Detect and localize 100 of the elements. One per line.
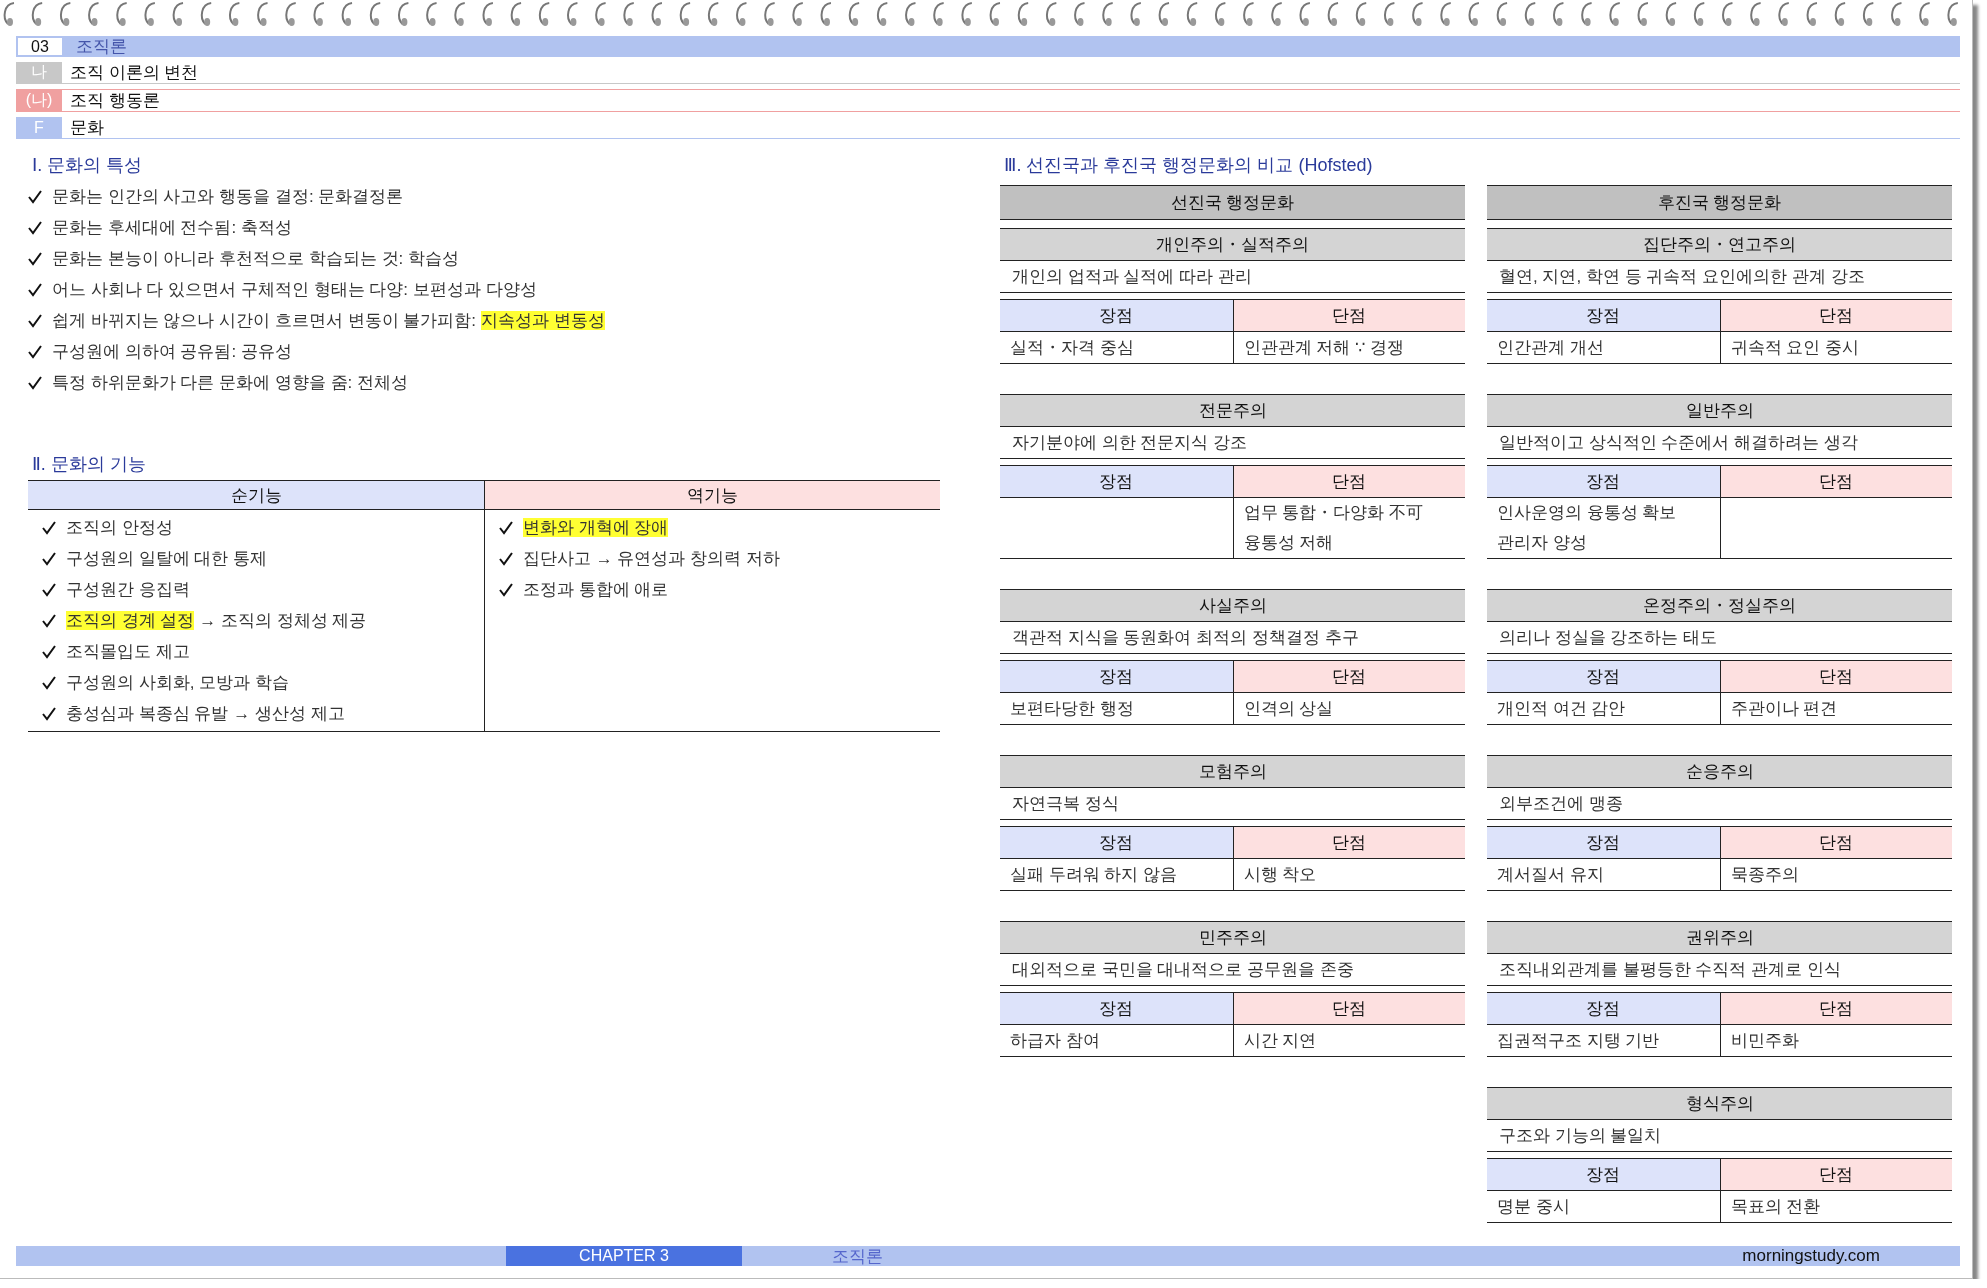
table-cell-text: 시행 착오 bbox=[1243, 863, 1318, 886]
check-icon bbox=[42, 520, 56, 535]
chapter-number: 03 bbox=[16, 36, 64, 57]
pros-header: 장점 bbox=[1487, 992, 1720, 1025]
list-item-text: 구성원에 의하여 공유됨: 공유성 bbox=[52, 341, 292, 363]
check-icon bbox=[42, 644, 56, 659]
pros-header: 장점 bbox=[1000, 992, 1233, 1025]
table-cell-text: 실패 두려워 하지 않음 bbox=[1010, 863, 1179, 886]
card-header: 권위주의 bbox=[1487, 921, 1952, 954]
table-cell-text: 보편타당한 행정 bbox=[1010, 697, 1135, 720]
check-icon bbox=[28, 313, 42, 328]
check-icon bbox=[42, 706, 56, 721]
table-cell-text: 묵종주의 bbox=[1730, 863, 1800, 886]
table-cell-text: 인사운영의 융통성 확보 bbox=[1497, 502, 1678, 524]
list-item-text: 문화는 후세대에 전수됨: 축적성 bbox=[52, 217, 292, 239]
check-icon bbox=[42, 551, 56, 566]
card-header: 집단주의・연고주의 bbox=[1487, 228, 1952, 261]
check-icon bbox=[499, 520, 513, 535]
table-cell-text: 시간 지연 bbox=[1243, 1029, 1318, 1052]
check-icon bbox=[28, 344, 42, 359]
list-item-text: 조직의 경계 설정 → 조직의 정체성 제공 bbox=[66, 610, 367, 632]
pros-header: 장점 bbox=[1487, 299, 1720, 332]
cons-header: 단점 bbox=[1719, 1158, 1952, 1191]
check-icon bbox=[42, 582, 56, 597]
table-cell-text: 인간관계 개선 bbox=[1497, 336, 1605, 359]
list-item-text: 쉽게 바뀌지는 않으나 시간이 흐르면서 변동이 불가피함: 지속성과 변동성 bbox=[52, 310, 605, 332]
chapter-title: 조직론 bbox=[76, 36, 127, 58]
cons-header: 단점 bbox=[1719, 826, 1952, 859]
list-item-text: 조직의 안정성 bbox=[66, 517, 173, 539]
cons-header: 단점 bbox=[1232, 826, 1465, 859]
description-cell: 외부조건에 맹종 bbox=[1487, 788, 1952, 820]
table-cell-text: 비민주화 bbox=[1730, 1029, 1800, 1052]
check-icon bbox=[28, 189, 42, 204]
cons-header: 단점 bbox=[1719, 660, 1952, 693]
cons-header: 단점 bbox=[1232, 660, 1465, 693]
site-url: morningstudy.com bbox=[1742, 1246, 1880, 1266]
check-icon bbox=[28, 220, 42, 235]
description-cell: 대외적으로 국민을 대내적으로 공무원을 존중 bbox=[1000, 954, 1465, 986]
description-cell: 자기분야에 의한 전문지식 강조 bbox=[1000, 427, 1465, 459]
card-header: 모험주의 bbox=[1000, 755, 1465, 788]
check-icon bbox=[28, 282, 42, 297]
section-marker: F bbox=[16, 117, 62, 138]
pros-header: 장점 bbox=[1000, 299, 1233, 332]
table-cell-text: 주관이나 편견 bbox=[1730, 697, 1839, 720]
check-icon bbox=[28, 375, 42, 390]
cons-header: 단점 bbox=[1719, 299, 1952, 332]
section-title: 조직 행동론 bbox=[70, 90, 160, 112]
table-cell-text: 인격의 상실 bbox=[1243, 697, 1335, 720]
table-cell-text: 관리자 양성 bbox=[1497, 532, 1588, 554]
table-cell-text: 업무 통합・다양화 不可 bbox=[1243, 502, 1424, 524]
description-cell: 혈연, 지연, 학연 등 귀속적 요인에의한 관계 강조 bbox=[1487, 261, 1952, 293]
pros-header: 장점 bbox=[1000, 826, 1233, 859]
check-icon bbox=[499, 551, 513, 566]
table-cell-text: 목표의 전환 bbox=[1730, 1195, 1822, 1218]
column-header: 후진국 행정문화 bbox=[1487, 185, 1952, 220]
list-item-text: 문화는 인간의 사고와 행동을 결정: 문화결정론 bbox=[52, 186, 404, 208]
card-header: 순응주의 bbox=[1487, 755, 1952, 788]
section-heading: Ⅲ. 선진국과 후진국 행정문화의 비교 (Hofsted) bbox=[1004, 154, 1374, 177]
pros-header: 장점 bbox=[1487, 660, 1720, 693]
card-header: 민주주의 bbox=[1000, 921, 1465, 954]
table-cell-text: 계서질서 유지 bbox=[1497, 863, 1605, 886]
list-item-text: 문화는 본능이 아니라 후천적으로 학습되는 것: 학습성 bbox=[52, 248, 460, 270]
table-cell-text: 귀속적 요인 중시 bbox=[1730, 336, 1860, 359]
table-cell-text: 명분 중시 bbox=[1497, 1195, 1571, 1218]
list-item-text: 집단사고 → 유연성과 창의력 저하 bbox=[523, 548, 780, 570]
description-cell: 자연극복 정식 bbox=[1000, 788, 1465, 820]
list-item-text: 어느 사회나 다 있으면서 구체적인 형태는 다양: 보편성과 다양성 bbox=[52, 279, 537, 301]
card-header: 온정주의・정실주의 bbox=[1487, 589, 1952, 622]
column-header: 역기능 bbox=[485, 480, 940, 510]
description-cell: 개인의 업적과 실적에 따라 관리 bbox=[1000, 261, 1465, 293]
list-item-text: 변화와 개혁에 장애 bbox=[523, 517, 669, 539]
section-title: 문화 bbox=[70, 117, 104, 139]
cons-header: 단점 bbox=[1232, 465, 1465, 498]
column-header: 순기능 bbox=[28, 480, 484, 510]
section-title: 조직 이론의 변천 bbox=[70, 62, 199, 84]
check-icon bbox=[28, 251, 42, 266]
card-header: 개인주의・실적주의 bbox=[1000, 228, 1465, 261]
pros-header: 장점 bbox=[1487, 1158, 1720, 1191]
section-marker: (나) bbox=[16, 90, 62, 111]
description-cell: 조직내외관계를 불평등한 수직적 관계로 인식 bbox=[1487, 954, 1952, 986]
cons-header: 단점 bbox=[1719, 992, 1952, 1025]
list-item-text: 특정 하위문화가 다른 문화에 영향을 줌: 전체성 bbox=[52, 372, 409, 394]
section-heading: Ⅱ. 문화의 기능 bbox=[32, 453, 147, 476]
pros-header: 장점 bbox=[1487, 826, 1720, 859]
description-cell: 일반적이고 상식적인 수준에서 해결하려는 생각 bbox=[1487, 427, 1952, 459]
table-cell-text: 개인적 여건 감안 bbox=[1497, 697, 1627, 720]
column-header: 선진국 행정문화 bbox=[1000, 185, 1465, 220]
card-header: 일반주의 bbox=[1487, 394, 1952, 427]
table-cell-text: 인관관계 저해 ∵ 경쟁 bbox=[1243, 336, 1406, 359]
cons-header: 단점 bbox=[1232, 992, 1465, 1025]
description-cell: 의리나 정실을 강조하는 태도 bbox=[1487, 622, 1952, 654]
table-cell-text: 융통성 저해 bbox=[1243, 532, 1335, 554]
list-item-text: 구성원간 응집력 bbox=[66, 579, 190, 601]
cons-header: 단점 bbox=[1719, 465, 1952, 498]
check-icon bbox=[499, 582, 513, 597]
description-cell: 객관적 지식을 동원화여 최적의 정책결정 추구 bbox=[1000, 622, 1465, 654]
cons-header: 단점 bbox=[1232, 299, 1465, 332]
table-cell-text: 실적・자격 중심 bbox=[1010, 336, 1135, 359]
card-header: 형식주의 bbox=[1487, 1087, 1952, 1120]
pros-header: 장점 bbox=[1000, 660, 1233, 693]
